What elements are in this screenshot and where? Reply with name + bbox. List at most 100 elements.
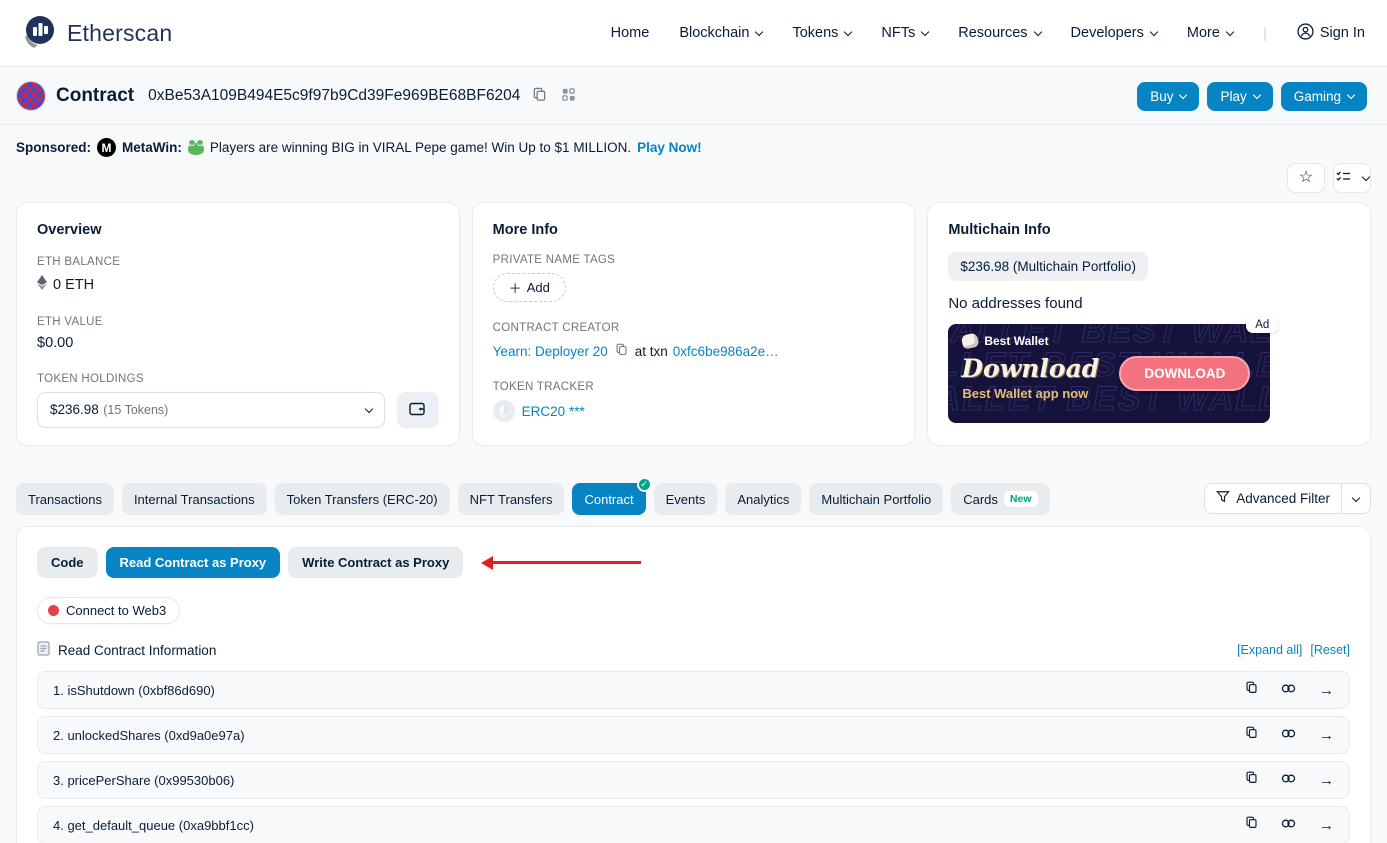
connect-to-web3-button[interactable]: Connect to Web3 (37, 597, 180, 624)
token-holdings-select[interactable]: $236.98 (15 Tokens) (37, 392, 385, 428)
etherscan-contract-page: Etherscan Home Blockchain Tokens NFTs Re… (0, 0, 1387, 843)
link-icon[interactable] (1281, 771, 1296, 789)
multichain-title: Multichain Info (948, 222, 1350, 238)
nav-label: More (1187, 25, 1220, 41)
arrow-right-icon[interactable]: → (1319, 818, 1334, 833)
tab-multichain-portfolio[interactable]: Multichain Portfolio (809, 483, 943, 515)
favorite-button[interactable]: ☆ (1287, 163, 1325, 193)
annotation-arrow (493, 561, 641, 564)
contract-blockies-avatar (16, 81, 46, 111)
copy-creator-button[interactable] (613, 341, 630, 361)
arrow-right-icon[interactable]: → (1319, 728, 1334, 743)
nav-label: Home (611, 25, 650, 41)
qr-code-button[interactable] (559, 85, 578, 107)
chevron-down-icon (755, 27, 763, 35)
nav-item-blockchain[interactable]: Blockchain (679, 25, 762, 41)
tab-analytics[interactable]: Analytics (725, 483, 801, 515)
link-icon[interactable] (1281, 816, 1296, 834)
function-row-pricePerShare[interactable]: 3. pricePerShare (0x99530b06) → (37, 761, 1350, 799)
function-row-unlockedShares[interactable]: 2. unlockedShares (0xd9a0e97a) → (37, 716, 1350, 754)
ad-brand: Best Wallet (962, 334, 1048, 348)
function-list: 1. isShutdown (0xbf86d690) → 2. unlocked… (37, 671, 1350, 843)
nav-item-resources[interactable]: Resources (958, 25, 1040, 41)
nav-item-nfts[interactable]: NFTs (881, 25, 928, 41)
page-title: Contract (56, 85, 134, 107)
gaming-button[interactable]: Gaming (1281, 82, 1367, 111)
at-txn-label: at txn (635, 344, 668, 359)
tab-transactions[interactable]: Transactions (16, 483, 114, 515)
nav-item-tokens[interactable]: Tokens (792, 25, 851, 41)
nav-label: NFTs (881, 25, 915, 41)
subtab-write-contract-as-proxy[interactable]: Write Contract as Proxy (288, 547, 463, 578)
copy-icon[interactable] (1245, 681, 1258, 699)
chevron-down-icon (1347, 90, 1355, 98)
top-navbar: Etherscan Home Blockchain Tokens NFTs Re… (0, 0, 1387, 67)
add-name-tag-button[interactable]: ＋ Add (493, 273, 566, 302)
reset-link[interactable]: [Reset] (1310, 643, 1350, 657)
sponsored-message: Players are winning BIG in VIRAL Pepe ga… (210, 140, 631, 155)
tab-nft-transfers[interactable]: NFT Transfers (458, 483, 565, 515)
tab-label: Analytics (737, 492, 789, 507)
tab-token-transfers[interactable]: Token Transfers (ERC-20) (275, 483, 450, 515)
arrow-right-icon[interactable]: → (1319, 773, 1334, 788)
copy-icon[interactable] (1245, 726, 1258, 744)
verified-check-icon: ✓ (637, 477, 652, 492)
watchlist-options-button[interactable] (1333, 163, 1371, 193)
eth-value-label: ETH VALUE (37, 316, 439, 328)
link-icon[interactable] (1281, 726, 1296, 744)
tab-bar: Transactions Internal Transactions Token… (0, 446, 1387, 515)
copy-icon[interactable] (1245, 816, 1258, 834)
download-button[interactable]: DOWNLOAD (1119, 356, 1250, 391)
copy-icon[interactable] (1245, 771, 1258, 789)
tab-internal-transactions[interactable]: Internal Transactions (122, 483, 267, 515)
play-button[interactable]: Play (1207, 82, 1272, 111)
main-nav: Home Blockchain Tokens NFTs Resources De… (611, 23, 1365, 44)
creation-txn-link[interactable]: 0xfc6be986a2e… (673, 344, 779, 359)
function-label: 3. pricePerShare (0x99530b06) (53, 773, 234, 788)
multichain-portfolio-badge[interactable]: $236.98 (Multichain Portfolio) (948, 252, 1148, 281)
expand-all-link[interactable]: [Expand all] (1237, 643, 1302, 657)
tab-label: Internal Transactions (134, 492, 255, 507)
nav-item-more[interactable]: More (1187, 25, 1233, 41)
buy-button[interactable]: Buy (1137, 82, 1199, 111)
token-tracker-link[interactable]: ERC20 *** (522, 404, 585, 419)
chevron-down-icon (844, 27, 852, 35)
document-icon (37, 641, 50, 659)
tab-label: Events (666, 492, 706, 507)
subtab-read-contract-as-proxy[interactable]: Read Contract as Proxy (106, 547, 281, 578)
tab-contract[interactable]: Contract ✓ (572, 483, 645, 515)
chevron-down-icon (1352, 493, 1360, 501)
creator-link[interactable]: Yearn: Deployer 20 (493, 344, 608, 359)
private-name-tags-label: PRIVATE NAME TAGS (493, 254, 895, 266)
sign-in-button[interactable]: Sign In (1297, 23, 1365, 44)
nav-item-home[interactable]: Home (611, 25, 650, 41)
funnel-icon (1216, 490, 1230, 507)
advanced-filter-caret[interactable] (1341, 484, 1370, 513)
contract-panel: Code Read Contract as Proxy Write Contra… (16, 526, 1371, 843)
function-row-isShutdown[interactable]: 1. isShutdown (0xbf86d690) → (37, 671, 1350, 709)
play-now-link[interactable]: Play Now! (637, 140, 702, 155)
eth-balance-value: 0 ETH (53, 277, 94, 293)
no-addresses-text: No addresses found (948, 295, 1350, 312)
connect-status-dot (48, 605, 59, 616)
add-label: Add (527, 280, 550, 295)
function-label: 1. isShutdown (0xbf86d690) (53, 683, 215, 698)
copy-address-button[interactable] (530, 85, 549, 107)
arrow-right-icon[interactable]: → (1319, 683, 1334, 698)
ad-banner[interactable]: WALLET BEST WALLET BEST WALLET BEST WALL… (948, 324, 1270, 423)
user-icon (1297, 23, 1314, 44)
wallet-button[interactable] (397, 392, 439, 428)
best-wallet-logo-icon (961, 332, 980, 349)
subtab-code[interactable]: Code (37, 547, 98, 578)
checklist-icon (1336, 170, 1351, 186)
copy-icon (615, 343, 628, 359)
nav-item-developers[interactable]: Developers (1071, 25, 1157, 41)
link-icon[interactable] (1281, 681, 1296, 699)
ad-headline: Download (961, 354, 1099, 383)
tab-events[interactable]: Events (654, 483, 718, 515)
tab-cards[interactable]: Cards New (951, 483, 1049, 515)
advanced-filter-button[interactable]: Advanced Filter (1204, 483, 1371, 514)
function-row-get_default_queue[interactable]: 4. get_default_queue (0xa9bbf1cc) → (37, 806, 1350, 843)
holdings-count: (15 Tokens) (103, 403, 168, 417)
etherscan-logo[interactable]: Etherscan (22, 13, 172, 54)
